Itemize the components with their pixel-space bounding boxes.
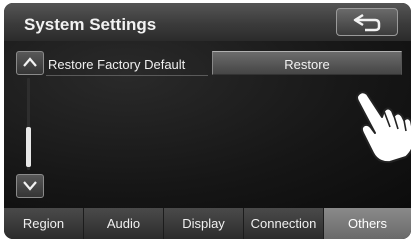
back-button[interactable] [336, 8, 398, 36]
page-title: System Settings [24, 15, 157, 34]
row-divider [46, 75, 208, 76]
tab-audio[interactable]: Audio [84, 208, 164, 239]
title-bar: System Settings [4, 3, 411, 41]
restore-button-label: Restore [284, 57, 330, 72]
scroll-thumb[interactable] [26, 127, 31, 167]
tab-region[interactable]: Region [4, 208, 84, 239]
restore-factory-default-label: Restore Factory Default [48, 57, 186, 72]
scroll-down-button[interactable] [16, 174, 44, 198]
restore-button[interactable]: Restore [212, 51, 402, 75]
tab-bar: Region Audio Display Connection Others [4, 208, 411, 239]
tab-connection[interactable]: Connection [244, 208, 324, 239]
settings-list: Restore Factory Default Restore [4, 41, 411, 208]
tab-display[interactable]: Display [164, 208, 244, 239]
chevron-down-icon [23, 181, 37, 191]
tab-others[interactable]: Others [324, 208, 411, 239]
scroll-up-button[interactable] [16, 51, 44, 75]
pointing-hand-icon [356, 91, 411, 163]
return-arrow-icon [353, 13, 381, 32]
settings-screen: System Settings Restore Factory Default … [4, 3, 411, 239]
chevron-up-icon [23, 57, 37, 67]
